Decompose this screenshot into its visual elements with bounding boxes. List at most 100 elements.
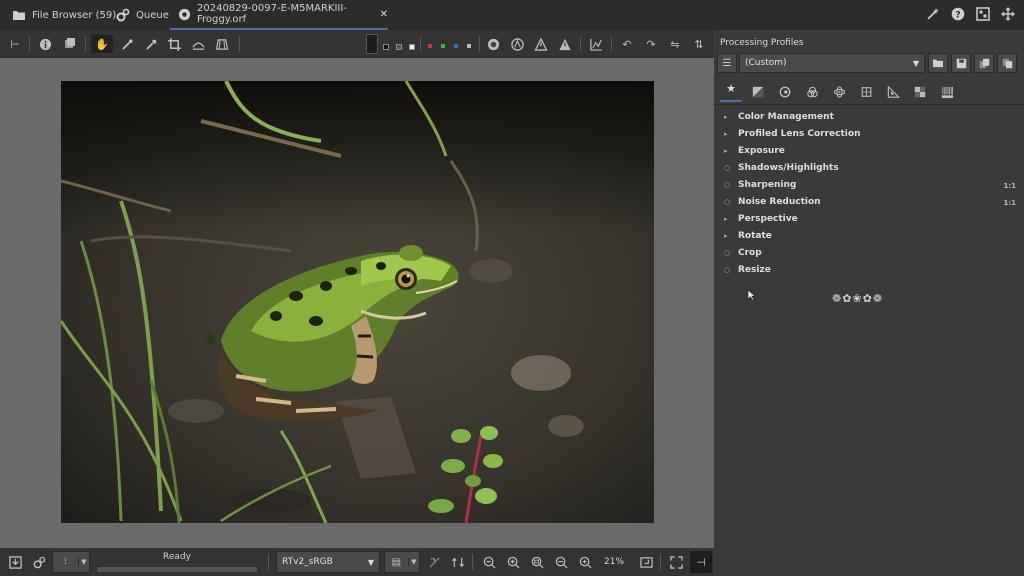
magic-edit-icon[interactable] [926,7,940,21]
tab-label: Queue [136,9,169,21]
expander-icon: ▸ [724,147,728,155]
preview-bg-white-button[interactable] [409,44,415,50]
external-editor-button[interactable]: ⟟ ▼ [52,551,90,573]
crop-icon[interactable] [165,35,183,53]
preferences-icon[interactable] [976,7,990,21]
fullscreen-preview-icon[interactable] [667,553,685,571]
locallab-tab-icon[interactable] [909,83,931,101]
transform-tab-icon[interactable] [855,83,877,101]
chevron-down-icon[interactable]: ▼ [407,558,419,566]
copy-profile-icon[interactable] [974,53,994,73]
zoom-100-icon[interactable] [576,553,594,571]
divider [580,36,581,52]
section-crop[interactable]: ○ Crop [724,248,762,258]
advanced-tab-icon[interactable] [828,83,850,101]
section-exposure[interactable]: ▸ Exposure [724,146,785,156]
toggle-history-icon[interactable]: ⊢ [6,35,24,53]
panel-ornament: ❁✿❀✿❁ [832,292,884,305]
section-profiled-lens-correction[interactable]: ▸ Profiled Lens Correction [724,129,860,139]
preview-bg-black-button[interactable] [383,44,389,50]
channel-luminance-button[interactable] [467,44,471,48]
exposure-tab-icon[interactable] [747,83,769,101]
rotate-left-icon[interactable]: ↶ [618,35,636,53]
section-noise-reduction[interactable]: ○ Noise Reduction [724,197,821,207]
detail-tab-icon[interactable] [774,83,796,101]
bpc-icon[interactable] [425,553,443,571]
preview-bg-theme-button[interactable] [366,34,378,54]
tab-bar: File Browser (59) Queue 20240829-0097-E-… [0,0,1024,30]
divider [479,36,480,52]
histogram-icon[interactable] [587,35,605,53]
divider [29,36,30,52]
flip-horizontal-icon[interactable]: ⇋ [666,35,684,53]
svg-text:?: ? [955,11,960,21]
section-sharpening[interactable]: ○ Sharpening [724,180,796,190]
gamut-check-icon[interactable] [449,553,467,571]
section-color-management[interactable]: ▸ Color Management [724,112,834,122]
close-icon[interactable]: ✕ [380,9,388,20]
channel-red-button[interactable] [428,44,432,48]
profile-mode-icon[interactable]: ☰ [717,53,737,73]
tab-queue[interactable]: Queue [116,0,169,30]
raw-tab-icon[interactable] [882,83,904,101]
load-profile-icon[interactable] [928,53,948,73]
zoom-out-icon[interactable] [480,553,498,571]
chevron-down-icon[interactable]: ▼ [77,558,89,566]
section-label: Crop [738,248,762,258]
before-after-icon[interactable] [61,35,79,53]
tool-sections: ▸ Color Management ▸ Profiled Lens Correct… [714,110,1024,290]
section-rotate[interactable]: ▸ Rotate [724,231,772,241]
toggle-right-panel-icon[interactable]: ⊣ [690,551,712,573]
profile-value: (Custom) [745,58,787,68]
tab-editor[interactable]: 20240829-0097-E-M5MARKIII-Froggy.orf ✕ [170,0,388,30]
enable-toggle-icon[interactable]: ○ [724,181,732,189]
enable-toggle-icon[interactable]: ○ [724,266,732,274]
zoom-fit-icon[interactable] [528,553,546,571]
section-shadows-highlights[interactable]: ○ Shadows/Highlights [724,163,839,173]
help-icon[interactable]: ? [951,7,965,21]
zoom-fit-crop-icon[interactable] [552,553,570,571]
output-profile-select[interactable]: RTv2_sRGB ▼ [276,551,380,573]
queue-add-icon[interactable] [30,553,48,571]
hand-tool-icon[interactable]: ✋ [91,35,113,53]
straighten-icon[interactable] [189,35,207,53]
channel-blue-button[interactable] [454,44,458,48]
shadow-clipping-icon[interactable] [532,35,550,53]
perspective-icon[interactable] [213,35,231,53]
section-perspective[interactable]: ▸ Perspective [724,214,798,224]
save-image-icon[interactable] [6,553,24,571]
enable-toggle-icon[interactable]: ○ [724,164,732,172]
tool-tabs: ★ [714,80,1024,105]
info-icon[interactable] [36,35,54,53]
paste-profile-icon[interactable] [997,53,1017,73]
section-label: Perspective [738,214,798,224]
enable-toggle-icon[interactable]: ○ [724,249,732,257]
bottom-toolbar: ⟟ ▼ Ready RTv2_sRGB ▼ ▤ ▼ 21% ⊣ [0,548,714,576]
save-profile-icon[interactable] [951,53,971,73]
channel-green-button[interactable] [441,44,445,48]
tab-file-browser[interactable]: File Browser (59) [12,0,116,30]
profile-select[interactable]: (Custom) ▼ [739,53,925,73]
preview-image [61,81,654,523]
fullscreen-icon[interactable] [1001,7,1015,21]
flip-vertical-icon[interactable]: ⇅ [690,35,708,53]
preview-bg-grey-button[interactable] [396,44,402,50]
rotate-right-icon[interactable]: ↷ [642,35,660,53]
color-tab-icon[interactable] [801,83,823,101]
favorites-tab-icon[interactable]: ★ [720,82,742,102]
zoom-in-icon[interactable] [504,553,522,571]
focus-mask-icon[interactable] [484,35,502,53]
divider [268,554,269,570]
metadata-tab-icon[interactable] [936,83,958,101]
rendering-intent-button[interactable]: ▤ ▼ [384,551,420,573]
enable-toggle-icon[interactable]: ○ [724,198,732,206]
section-label: Resize [738,265,771,275]
soft-proofing-icon[interactable] [508,35,526,53]
expander-icon: ▸ [724,232,728,240]
color-picker-icon[interactable] [142,35,160,53]
white-balance-picker-icon[interactable] [118,35,136,53]
section-resize[interactable]: ○ Resize [724,265,771,275]
new-detail-window-icon[interactable] [637,553,655,571]
highlight-clipping-icon[interactable] [556,35,574,53]
chevron-down-icon: ▼ [912,58,919,68]
